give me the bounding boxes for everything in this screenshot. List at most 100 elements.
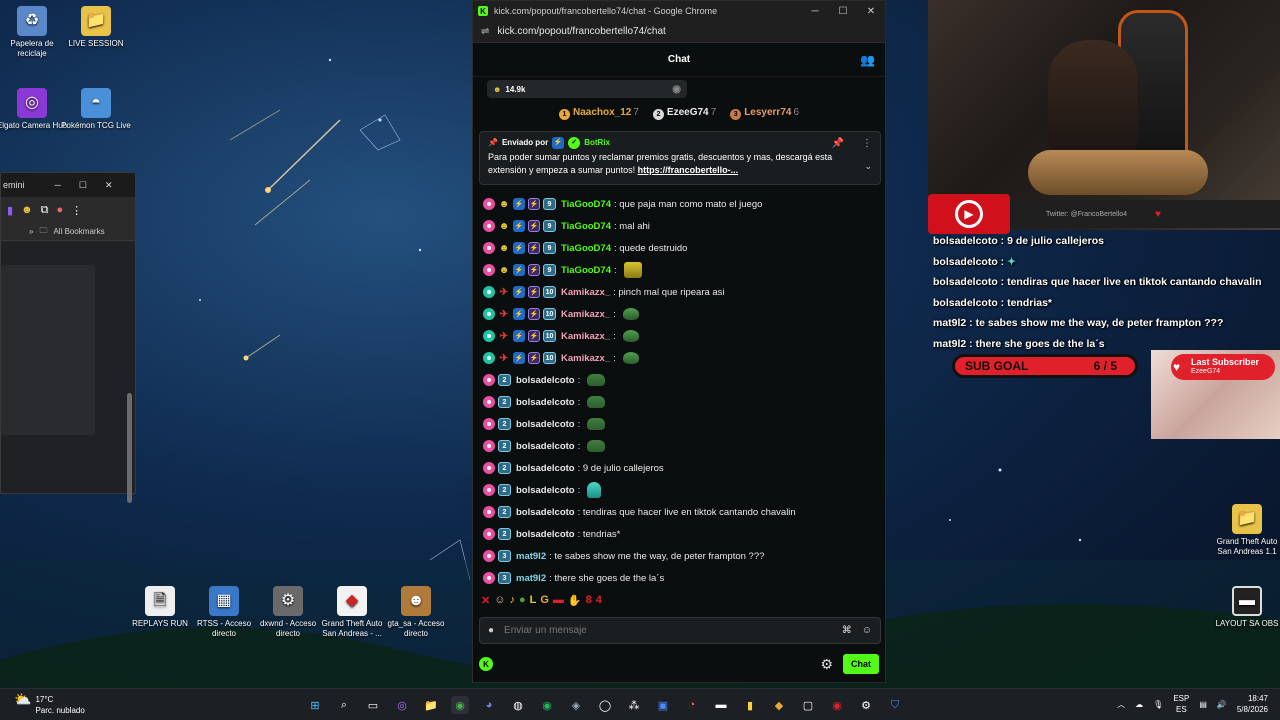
- url-text[interactable]: kick.com/popout/francobertello74/chat: [497, 26, 665, 37]
- chat-message[interactable]: ☻ ☻ ⚡ ⚡ 9 TiaGooD74:: [483, 259, 879, 281]
- chat-message[interactable]: ☻ 2 bolsadelcoto: 9 de julio callejeros: [483, 457, 879, 479]
- avatar-icon[interactable]: ●: [57, 204, 64, 216]
- chat-username[interactable]: Kamikazx_: [561, 287, 610, 298]
- chat-message[interactable]: ☻ 2 bolsadelcoto:: [483, 369, 879, 391]
- emote-4-icon[interactable]: 4: [596, 594, 602, 607]
- file-explorer-icon[interactable]: 📁: [422, 696, 440, 714]
- commands-icon[interactable]: ⌘: [842, 625, 852, 636]
- maximize-icon[interactable]: ☐: [79, 180, 87, 191]
- volume-icon[interactable]: 🔊: [1217, 700, 1227, 709]
- pinned-sender[interactable]: BotRix: [584, 136, 610, 149]
- chat-message[interactable]: ☻ ☻ ⚡ ⚡ 9 TiaGooD74: quede destruido: [483, 237, 879, 259]
- emote-car-icon[interactable]: ▬: [553, 594, 564, 607]
- chat-message[interactable]: ☻ ☻ ⚡ ⚡ 9 TiaGooD74: que paja man como m…: [483, 193, 879, 215]
- leaderboard-entry[interactable]: 2 EzeeG74 7: [652, 107, 716, 120]
- chat-message[interactable]: ☻ ☻ ⚡ ⚡ 9 TiaGooD74: mal ahi: [483, 215, 879, 237]
- emote-dance-icon[interactable]: ♪: [509, 594, 515, 607]
- emote-face-icon[interactable]: ☺: [494, 594, 505, 607]
- chat-username[interactable]: bolsadelcoto: [516, 529, 575, 540]
- minimize-button[interactable]: ─: [801, 6, 829, 17]
- pinned-message[interactable]: 📌 Enviado por ⚡ ✓ BotRix 📌 ⋮ ⌄ Para pode…: [479, 131, 881, 185]
- spotify-icon[interactable]: ◉: [538, 696, 556, 714]
- chat-username[interactable]: Kamikazx_: [561, 353, 610, 364]
- chat-username[interactable]: bolsadelcoto: [516, 397, 575, 408]
- shield-icon[interactable]: ⛉: [886, 696, 904, 714]
- chat-message[interactable]: ☻ 2 bolsadelcoto:: [483, 413, 879, 435]
- chat-message[interactable]: ☻ ✈ ⚡ ⚡ 10 Kamikazx_:: [483, 325, 879, 347]
- search-icon[interactable]: ⌕: [335, 696, 353, 714]
- chat-username[interactable]: bolsadelcoto: [516, 485, 575, 496]
- close-button[interactable]: ✕: [857, 6, 885, 17]
- chat-message-list[interactable]: ☻ ☻ ⚡ ⚡ 9 TiaGooD74: que paja man como m…: [483, 193, 879, 589]
- close-icon[interactable]: ✕: [105, 180, 113, 191]
- message-input-box[interactable]: ● ⌘ ☺: [479, 617, 881, 644]
- emote-x-icon[interactable]: ✕: [481, 594, 490, 607]
- chat-username[interactable]: bolsadelcoto: [516, 507, 575, 518]
- gear-icon[interactable]: ⚙: [820, 656, 833, 673]
- chat-message[interactable]: ☻ 2 bolsadelcoto: tendiras que hacer liv…: [483, 501, 879, 523]
- desktop-icon-replays-run[interactable]: 🗎 REPLAYS RUN: [123, 586, 197, 629]
- chat-username[interactable]: bolsadelcoto: [516, 463, 575, 474]
- clock[interactable]: 18:47 5/8/2026: [1237, 693, 1268, 715]
- emote-8-icon[interactable]: 8: [586, 594, 592, 607]
- chat-message[interactable]: ☻ ✈ ⚡ ⚡ 10 Kamikazx_: pinch mal que ripe…: [483, 281, 879, 303]
- elgato-icon[interactable]: ◎: [393, 696, 411, 714]
- extension-mask-icon[interactable]: ☻: [21, 204, 33, 216]
- scrollbar[interactable]: [127, 393, 132, 503]
- windows-start-icon[interactable]: ⊞: [306, 696, 324, 714]
- eye-icon[interactable]: ◉: [672, 84, 681, 95]
- chat-message[interactable]: ☻ 3 mat9l2: there she goes de the la´s: [483, 567, 879, 589]
- background-browser-window[interactable]: emini ─ ☐ ✕ ▮ ☻ ⧉ ● ⋮ » 🗀 All Bookmarks: [0, 172, 136, 503]
- chevron-down-icon[interactable]: ⌄: [864, 160, 872, 173]
- address-bar[interactable]: ⇌ kick.com/popout/francobertello74/chat: [473, 21, 885, 43]
- emote-hand-icon[interactable]: ✋: [568, 594, 582, 607]
- chat-message[interactable]: ☻ 3 mat9l2: te sabes show me the way, de…: [483, 545, 879, 567]
- settings-icon[interactable]: ⚙: [857, 696, 875, 714]
- chrome-alt-icon[interactable]: ◉: [828, 696, 846, 714]
- emote-l-icon[interactable]: L: [530, 594, 537, 607]
- desktop-icon-gta-sa[interactable]: ◆ Grand Theft Auto San Andreas - ...: [315, 586, 389, 639]
- chat-username[interactable]: TiaGooD74: [561, 199, 611, 210]
- desktop-icon-layout-sa-obs[interactable]: ▬ LAYOUT SA OBS: [1210, 586, 1280, 629]
- chat-username[interactable]: TiaGooD74: [561, 265, 611, 276]
- github-icon[interactable]: ◍: [509, 696, 527, 714]
- microphone-icon[interactable]: 🎙: [1153, 700, 1163, 709]
- chevron-right-icon[interactable]: »: [29, 227, 33, 236]
- desktop-icon-live-session[interactable]: 📁 LIVE SESSION: [59, 6, 133, 49]
- chat-username[interactable]: Kamikazx_: [561, 309, 610, 320]
- nodes-icon[interactable]: ⁂: [625, 696, 643, 714]
- chat-message[interactable]: ☻ 2 bolsadelcoto:: [483, 391, 879, 413]
- desktop-icon-rtss[interactable]: ▦ RTSS - Acceso directo: [187, 586, 261, 639]
- emote-gg-icon[interactable]: G: [540, 594, 549, 607]
- leaderboard-entry[interactable]: 3 Lesyerr74 6: [730, 107, 799, 120]
- site-settings-icon[interactable]: ⇌: [481, 26, 489, 37]
- obs-icon[interactable]: ◯: [596, 696, 614, 714]
- sticky-notes-icon[interactable]: ▮: [741, 696, 759, 714]
- leaderboard-entry[interactable]: 1 Naachox_12 7: [558, 107, 639, 120]
- desktop-icon-gta-sa-shortcut[interactable]: ☻ gta_sa - Acceso directo: [379, 586, 453, 639]
- all-bookmarks-link[interactable]: All Bookmarks: [53, 227, 104, 236]
- chat-message[interactable]: ☻ 2 bolsadelcoto:: [483, 479, 879, 501]
- users-icon[interactable]: 👥: [860, 53, 875, 67]
- menu-dots-icon[interactable]: ⋮: [71, 204, 82, 217]
- task-view-icon[interactable]: ▭: [364, 696, 382, 714]
- chat-username[interactable]: Kamikazx_: [561, 331, 610, 342]
- onedrive-icon[interactable]: ☁: [1135, 700, 1143, 709]
- emoji-icon[interactable]: ☺: [862, 625, 872, 636]
- chevron-up-icon[interactable]: ︿: [1117, 699, 1125, 710]
- kick-chat-window[interactable]: K kick.com/popout/francobertello74/chat …: [472, 0, 886, 683]
- desktop-icon-dxwnd[interactable]: ⚙ dxwnd - Acceso directo: [251, 586, 325, 639]
- chat-username[interactable]: bolsadelcoto: [516, 441, 575, 452]
- chat-username[interactable]: mat9l2: [516, 551, 546, 562]
- send-chat-button[interactable]: Chat: [843, 654, 879, 674]
- discord-icon[interactable]: ◕: [480, 696, 498, 714]
- terminal-icon[interactable]: ▬: [712, 696, 730, 714]
- pinned-link[interactable]: https://francobertello-...: [638, 165, 739, 175]
- firefox-icon[interactable]: ◔: [683, 696, 701, 714]
- emote-pepe-icon[interactable]: ●: [519, 594, 526, 607]
- chat-username[interactable]: bolsadelcoto: [516, 375, 575, 386]
- chrome-icon[interactable]: ◉: [451, 696, 469, 714]
- chat-message[interactable]: ☻ ✈ ⚡ ⚡ 10 Kamikazx_:: [483, 303, 879, 325]
- minimize-icon[interactable]: ─: [55, 180, 61, 190]
- chat-message[interactable]: ☻ 2 bolsadelcoto:: [483, 435, 879, 457]
